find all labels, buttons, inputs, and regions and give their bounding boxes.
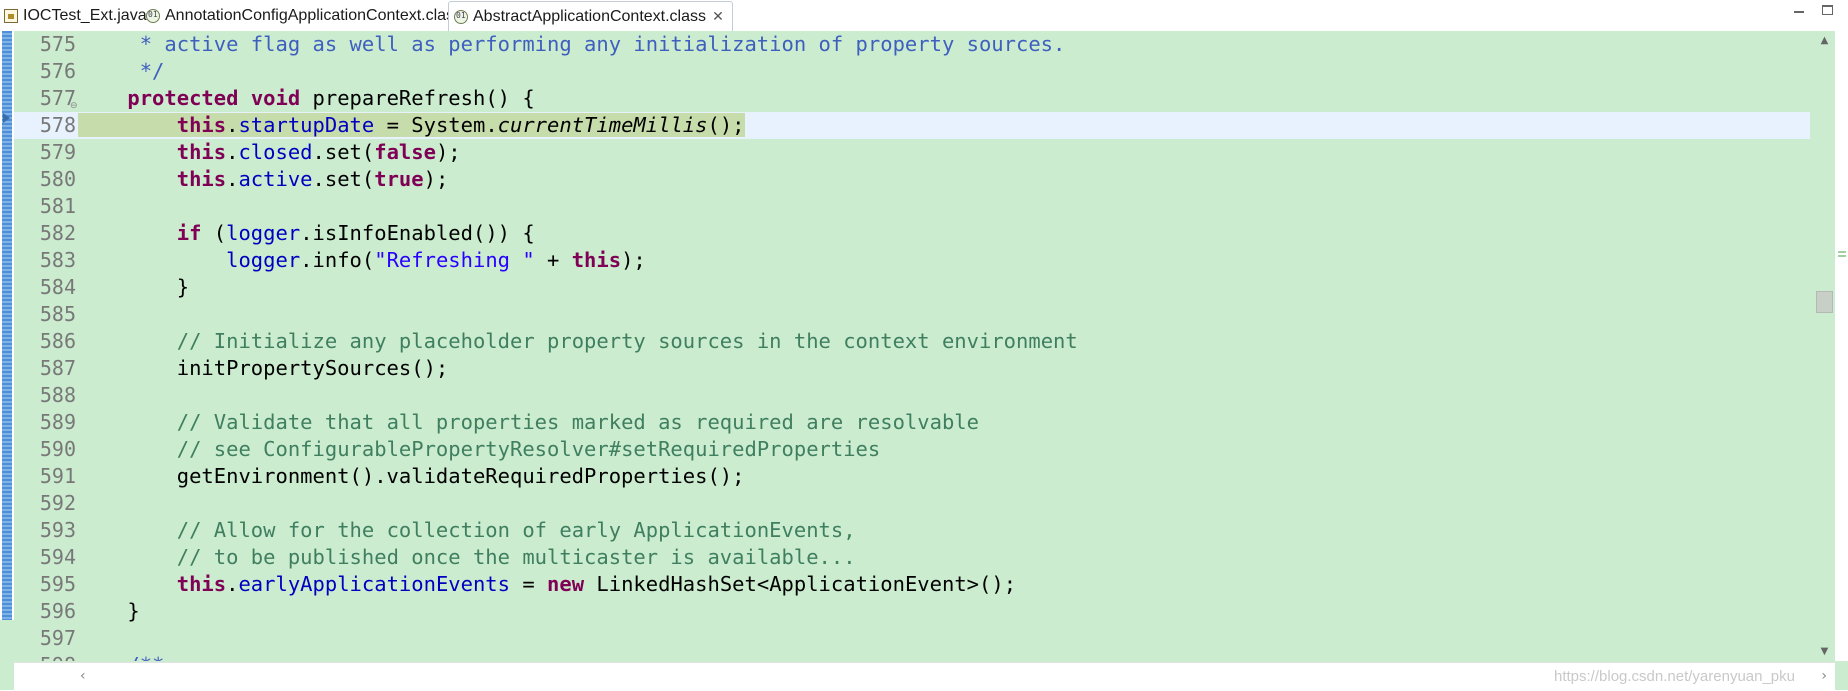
code-line[interactable]: 584 } [14, 274, 1810, 301]
line-number: 597 [39, 626, 76, 650]
code-text[interactable]: this.startupDate = System.currentTimeMil… [78, 112, 745, 139]
overview-marker[interactable] [1838, 251, 1846, 253]
code-lines[interactable]: 575 * active flag as well as performing … [14, 31, 1810, 661]
code-line[interactable]: 593 // Allow for the collection of early… [14, 517, 1810, 544]
close-icon[interactable]: ✕ [712, 9, 724, 25]
code-text[interactable]: // to be published once the multicaster … [78, 544, 856, 571]
code-text[interactable]: protected void prepareRefresh() { [78, 85, 534, 112]
code-text[interactable]: initPropertySources(); [78, 355, 449, 382]
code-text[interactable]: if (logger.isInfoEnabled()) { [78, 220, 535, 247]
scroll-down-icon[interactable]: ▼ [1816, 645, 1833, 659]
line-number: 593 [39, 518, 76, 542]
change-ruler [0, 31, 14, 620]
tab-label: IOCTest_Ext.java [23, 7, 147, 24]
line-number: 594 [39, 545, 76, 569]
code-line[interactable]: 591 getEnvironment().validateRequiredPro… [14, 463, 1810, 490]
line-number: 578 [39, 113, 76, 137]
tab-label: AnnotationConfigApplicationContext.class [165, 7, 463, 24]
code-text[interactable]: // Allow for the collection of early App… [78, 517, 856, 544]
overview-ruler[interactable] [1835, 31, 1848, 661]
line-number: 576 [39, 59, 76, 83]
watermark: https://blog.csdn.net/yarenyuan_pku [1554, 668, 1795, 685]
line-number: 575 [39, 32, 76, 56]
scroll-thumb[interactable] [1816, 291, 1833, 313]
line-number: 581 [39, 194, 76, 218]
code-text[interactable]: this.active.set(true); [78, 166, 449, 193]
code-text[interactable]: * active flag as well as performing any … [78, 31, 1066, 58]
code-line[interactable]: 585 [14, 301, 1810, 328]
code-text[interactable]: this.closed.set(false); [78, 139, 461, 166]
code-text[interactable]: // see ConfigurablePropertyResolver#setR… [78, 436, 881, 463]
vertical-scrollbar[interactable]: ▲ ▼ [1814, 31, 1835, 661]
code-line[interactable]: 587 initPropertySources(); [14, 355, 1810, 382]
code-line[interactable]: 589 // Validate that all properties mark… [14, 409, 1810, 436]
code-editor[interactable]: 575 * active flag as well as performing … [0, 31, 1848, 691]
line-number: 584 [39, 275, 76, 299]
code-line[interactable]: 575 * active flag as well as performing … [14, 31, 1810, 58]
code-line[interactable]: 583 logger.info("Refreshing " + this); [14, 247, 1810, 274]
code-line[interactable]: 594 // to be published once the multicas… [14, 544, 1810, 571]
line-number: 577 [39, 86, 76, 110]
line-number: 580 [39, 167, 76, 191]
code-line[interactable]: 596 } [14, 598, 1810, 625]
overview-marker[interactable] [1838, 255, 1846, 257]
code-line[interactable]: 576 */ [14, 58, 1810, 85]
code-line[interactable]: 597 [14, 625, 1810, 652]
code-line[interactable]: 581 [14, 193, 1810, 220]
line-number: 592 [39, 491, 76, 515]
line-number: 596 [39, 599, 76, 623]
code-line[interactable]: 582 if (logger.isInfoEnabled()) { [14, 220, 1810, 247]
code-line[interactable]: 588 [14, 382, 1810, 409]
code-line[interactable]: 580 this.active.set(true); [14, 166, 1810, 193]
code-line[interactable]: 579 this.closed.set(false); [14, 139, 1810, 166]
line-number: 586 [39, 329, 76, 353]
code-text[interactable]: logger.info("Refreshing " + this); [78, 247, 646, 274]
line-number: 590 [39, 437, 76, 461]
tab-abstract-application-context[interactable]: AbstractApplicationContext.class ✕ [448, 1, 733, 31]
scroll-right-icon[interactable]: › [1821, 668, 1827, 684]
horizontal-scrollbar[interactable]: ‹ https://blog.csdn.net/yarenyuan_pku › [14, 662, 1835, 691]
code-line[interactable]: 577 ⊖ protected void prepareRefresh() { [14, 85, 1810, 112]
line-number: 598 [14, 652, 76, 661]
minimize-icon[interactable] [1792, 3, 1806, 15]
maximize-icon[interactable] [1820, 3, 1834, 15]
code-line[interactable]: 590 // see ConfigurablePropertyResolver#… [14, 436, 1810, 463]
tab-annotation-config-application-context[interactable]: AnnotationConfigApplicationContext.class [146, 2, 462, 30]
scroll-up-icon[interactable]: ▲ [1816, 34, 1833, 48]
code-text[interactable]: getEnvironment().validateRequiredPropert… [78, 463, 745, 490]
fold-toggle-icon[interactable]: ⊖ [70, 660, 78, 661]
code-text[interactable]: } [78, 598, 139, 625]
scroll-left-icon[interactable]: ‹ [80, 668, 86, 684]
window-controls [1792, 3, 1834, 15]
line-number: 591 [39, 464, 76, 488]
class-file-icon [454, 9, 468, 24]
code-line[interactable]: 578 this.startupDate = System.currentTim… [14, 112, 1810, 139]
line-number: 595 [39, 572, 76, 596]
code-text[interactable]: this.earlyApplicationEvents = new Linked… [78, 571, 1016, 598]
code-line[interactable]: 595 this.earlyApplicationEvents = new Li… [14, 571, 1810, 598]
code-text[interactable]: // Validate that all properties marked a… [78, 409, 979, 436]
code-text[interactable]: // Initialize any placeholder property s… [78, 328, 1078, 355]
code-line[interactable]: 586 // Initialize any placeholder proper… [14, 328, 1810, 355]
tab-label: AbstractApplicationContext.class [473, 7, 706, 25]
code-line[interactable]: 592 [14, 490, 1810, 517]
code-line[interactable]: 598⊖ /** [14, 652, 1810, 661]
code-text[interactable]: } [78, 274, 189, 301]
code-text[interactable]: */ [78, 58, 165, 85]
tab-ioctest-ext-java[interactable]: IOCTest_Ext.java [4, 2, 147, 30]
instruction-pointer-icon [3, 113, 10, 123]
line-number: 579 [39, 140, 76, 164]
line-number: 582 [39, 221, 76, 245]
line-number: 583 [39, 248, 76, 272]
line-number: 588 [39, 383, 76, 407]
class-file-icon [146, 9, 160, 23]
line-number: 585 [39, 302, 76, 326]
editor-tab-bar: IOCTest_Ext.java AnnotationConfigApplica… [0, 0, 1848, 32]
line-number: 587 [39, 356, 76, 380]
java-file-icon [4, 9, 18, 23]
line-number: 589 [39, 410, 76, 434]
code-text[interactable]: /** [78, 652, 164, 661]
